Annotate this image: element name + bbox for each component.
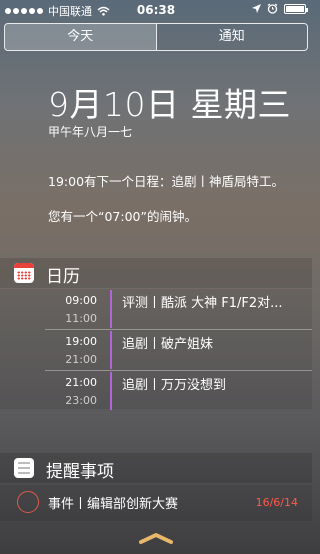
- battery-icon: [284, 3, 308, 14]
- reminders-section-title: 提醒事项: [46, 462, 114, 482]
- tab-today[interactable]: 今天: [5, 24, 156, 50]
- event-end-time: 23:00: [65, 394, 97, 407]
- today-date: 9月10日 星期三: [48, 85, 291, 124]
- lunar-date: 甲午年八月一七: [48, 125, 133, 139]
- reminder-date: 16/6/14: [255, 496, 298, 509]
- reminders-icon: [14, 458, 34, 478]
- calendar-event[interactable]: 19:00 21:00 追剧丨破产姐妹: [0, 330, 312, 370]
- tab-notifications[interactable]: 通知: [155, 24, 308, 50]
- event-start-time: 19:00: [65, 335, 97, 348]
- status-right: [252, 3, 308, 14]
- location-arrow-icon: [252, 4, 261, 13]
- calendar-event[interactable]: 21:00 23:00 追剧丨万万没想到: [0, 371, 312, 411]
- calendar-section-title: 日历: [46, 267, 80, 287]
- event-end-time: 11:00: [65, 312, 97, 325]
- segmented-control: 今天 通知: [4, 23, 308, 51]
- event-color-bar: [110, 372, 112, 410]
- reminder-title: 事件丨编辑部创新大赛: [48, 497, 179, 512]
- status-bar: 中国联通 06:38: [0, 0, 312, 20]
- calendar-event-list: 09:00 11:00 评测丨酷派 大神 F1/F2对... 19:00 21:…: [0, 289, 312, 411]
- reminder-item[interactable]: 事件丨编辑部创新大赛 16/6/14: [0, 485, 312, 521]
- reminder-checkbox[interactable]: [17, 491, 39, 513]
- event-color-bar: [110, 290, 112, 328]
- calendar-icon: [14, 263, 34, 283]
- event-end-time: 21:00: [65, 353, 97, 366]
- next-event-summary: 19:00有下一个日程：追剧丨神盾局特工。: [48, 174, 285, 189]
- event-title: 追剧丨破产姐妹: [122, 337, 214, 352]
- calendar-event[interactable]: 09:00 11:00 评测丨酷派 大神 F1/F2对...: [0, 289, 312, 329]
- calendar-section-header[interactable]: 日历: [0, 258, 312, 288]
- alarm-summary: 您有一个“07:00”的闹钟。: [48, 209, 197, 224]
- alarm-clock-icon: [267, 3, 278, 14]
- event-color-bar: [110, 331, 112, 369]
- event-title: 评测丨酷派 大神 F1/F2对...: [122, 296, 283, 311]
- reminders-section-header[interactable]: 提醒事项: [0, 453, 312, 483]
- chevron-up-grabber-icon[interactable]: [138, 532, 174, 544]
- event-start-time: 21:00: [65, 376, 97, 389]
- event-start-time: 09:00: [65, 294, 97, 307]
- event-title: 追剧丨万万没想到: [122, 378, 227, 393]
